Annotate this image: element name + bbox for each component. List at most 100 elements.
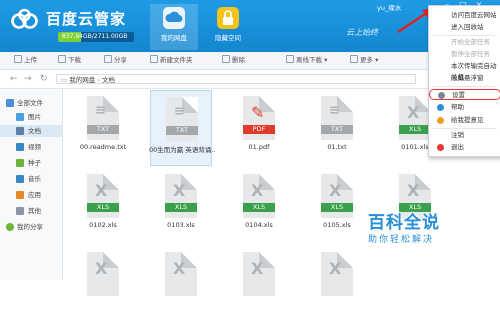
file-name: 00生而为赢 英语背诵... <box>149 146 215 154</box>
file-name: 0104.xls <box>245 221 273 229</box>
menu-item-label: 给我提意见 <box>451 116 484 124</box>
file-type-badge: PDF <box>243 125 275 134</box>
sidebar-item-my-share[interactable]: 我的分享 <box>0 221 62 233</box>
refresh-icon[interactable]: ↻ <box>40 74 48 84</box>
bt-seed-icon <box>16 159 24 167</box>
menu-item-auto-shutdown[interactable]: 本次传输完自动关机 <box>429 61 500 81</box>
menu-item-help[interactable]: 帮助 <box>429 102 500 113</box>
file-item[interactable]: X <box>150 246 212 322</box>
file-item[interactable]: X <box>306 246 368 322</box>
sidebar-item-label: 种子 <box>28 159 41 167</box>
xls-file-icon: X <box>243 252 275 296</box>
tab-my-netdisk-label: 我的网盘 <box>161 34 187 42</box>
sidebar-item-label: 应用 <box>28 191 41 199</box>
new-folder-icon <box>150 55 158 63</box>
sidebar-item-label: 音乐 <box>28 175 41 183</box>
more-icon <box>350 55 358 63</box>
tab-hidden-space-label: 隐藏空间 <box>215 34 241 42</box>
file-item[interactable]: ≡ TXT 00.readme.txt <box>72 90 134 166</box>
sidebar-item-bt-seed[interactable]: 种子 <box>0 157 62 169</box>
sidebar-item-label: 视频 <box>28 143 41 151</box>
offline-download-button[interactable]: 离线下载 ▾ <box>286 55 327 66</box>
download-label: 下载 <box>68 56 81 64</box>
xls-file-icon: X XLS <box>399 96 431 140</box>
music-icon <box>16 175 24 183</box>
file-item[interactable]: ≡ TXT 00生而为赢 英语背诵... <box>149 90 215 166</box>
file-type-badge: TXT <box>321 125 353 134</box>
sidebar-item-label: 其他 <box>28 207 41 215</box>
file-item[interactable]: X <box>228 246 290 322</box>
video-icon <box>16 143 24 151</box>
file-item[interactable]: X <box>72 246 134 322</box>
xls-file-icon: X XLS <box>165 174 197 218</box>
offline-download-label: 离线下载 <box>296 56 322 64</box>
menu-item-visit-website[interactable]: 访问百度云网站 <box>429 10 500 21</box>
watermark-title: 百科全说 <box>368 213 440 233</box>
storage-quota-text: 837.94GB/2711.00GB <box>62 33 128 40</box>
toolbar: 上传 下载 分享 新建文件夹 删除 离线下载 ▾ 更多 ▾ <box>0 52 500 70</box>
menu-item-logout[interactable]: 注销 <box>429 130 500 141</box>
tab-hidden-space[interactable]: 隐藏空间 <box>204 4 252 50</box>
watermark: 百科全说 助你轻松解决 <box>356 208 476 256</box>
file-type-badge: XLS <box>399 125 431 134</box>
menu-item-feedback[interactable]: 给我提意见 <box>429 115 500 126</box>
xls-file-icon: X <box>87 252 119 296</box>
file-type-badge: XLS <box>321 203 353 212</box>
sidebar-item-apps[interactable]: 应用 <box>0 189 62 201</box>
sidebar: 全部文件 图片 文档 视频 种子 音乐 应用 其他 我的分享 <box>0 89 63 280</box>
menu-item-settings[interactable]: 设置 <box>429 89 500 100</box>
sidebar-item-video[interactable]: 视频 <box>0 141 62 153</box>
file-name: 0103.xls <box>167 221 195 229</box>
breadcrumb-item[interactable]: 我的网盘 <box>69 76 95 84</box>
offline-download-icon <box>286 55 294 63</box>
forward-arrow-icon[interactable]: → <box>24 74 32 84</box>
more-button[interactable]: 更多 ▾ <box>350 55 378 66</box>
sidebar-item-other[interactable]: 其他 <box>0 205 62 217</box>
file-item[interactable]: ≡ TXT 01.txt <box>306 90 368 166</box>
settings-dropdown-menu: 访问百度云网站 进入回收站 开始全部任务 暂停全部任务 本次传输完自动关机 隐藏… <box>428 5 500 157</box>
menu-item-start-all[interactable]: 开始全部任务 <box>429 37 500 48</box>
sidebar-item-all-files[interactable]: 全部文件 <box>0 97 62 109</box>
tab-my-netdisk[interactable]: 我的网盘 <box>150 4 198 50</box>
upload-label: 上传 <box>24 56 37 64</box>
file-item[interactable]: ✎ PDF 01.pdf <box>228 90 290 166</box>
share-button[interactable]: 分享 <box>104 55 127 66</box>
delete-button[interactable]: 删除 <box>222 55 245 66</box>
sidebar-item-label: 文档 <box>28 127 41 135</box>
menu-item-hide-float[interactable]: 隐藏悬浮窗 <box>429 73 500 84</box>
lock-icon <box>217 7 239 29</box>
download-button[interactable]: 下载 <box>58 55 81 66</box>
my-share-icon <box>6 223 14 231</box>
menu-item-pause-all[interactable]: 暂停全部任务 <box>429 49 500 60</box>
back-arrow-icon[interactable]: ← <box>10 74 18 84</box>
menu-item-label: 帮助 <box>451 103 464 111</box>
baidu-cloud-logo-icon <box>11 8 38 29</box>
sidebar-item-images[interactable]: 图片 <box>0 111 62 123</box>
feedback-icon <box>437 117 444 124</box>
file-name: 01.txt <box>327 143 347 151</box>
breadcrumb-item[interactable]: 文档 <box>102 76 115 84</box>
app-icon <box>16 191 24 199</box>
cloud-icon <box>163 7 185 29</box>
sidebar-item-music[interactable]: 音乐 <box>0 173 62 185</box>
storage-quota-bar: 837.94GB/2711.00GB <box>58 32 134 42</box>
sidebar-item-documents[interactable]: 文档 <box>0 125 62 137</box>
new-folder-button[interactable]: 新建文件夹 <box>150 55 193 66</box>
app-title: 百度云管家 <box>46 10 127 28</box>
xls-file-icon: X XLS <box>321 174 353 218</box>
menu-item-exit[interactable]: 退出 <box>429 142 500 153</box>
txt-file-icon: ≡ TXT <box>321 96 353 140</box>
xls-file-icon: X XLS <box>87 174 119 218</box>
file-item[interactable]: X XLS 0104.xls <box>228 168 290 244</box>
exit-icon <box>437 144 444 151</box>
menu-item-label: 退出 <box>451 143 464 151</box>
menu-item-recycle-bin[interactable]: 进入回收站 <box>429 22 500 33</box>
breadcrumb[interactable]: ▭ 我的网盘 › 文档 <box>56 74 416 84</box>
sidebar-item-label: 图片 <box>28 113 41 121</box>
share-icon <box>104 55 112 63</box>
file-item[interactable]: X XLS 0102.xls <box>72 168 134 244</box>
upload-button[interactable]: 上传 <box>14 55 37 66</box>
path-bar: ← → ↻ ▭ 我的网盘 › 文档 <box>0 70 500 89</box>
file-name: 01.pdf <box>248 143 270 151</box>
file-item[interactable]: X XLS 0103.xls <box>150 168 212 244</box>
